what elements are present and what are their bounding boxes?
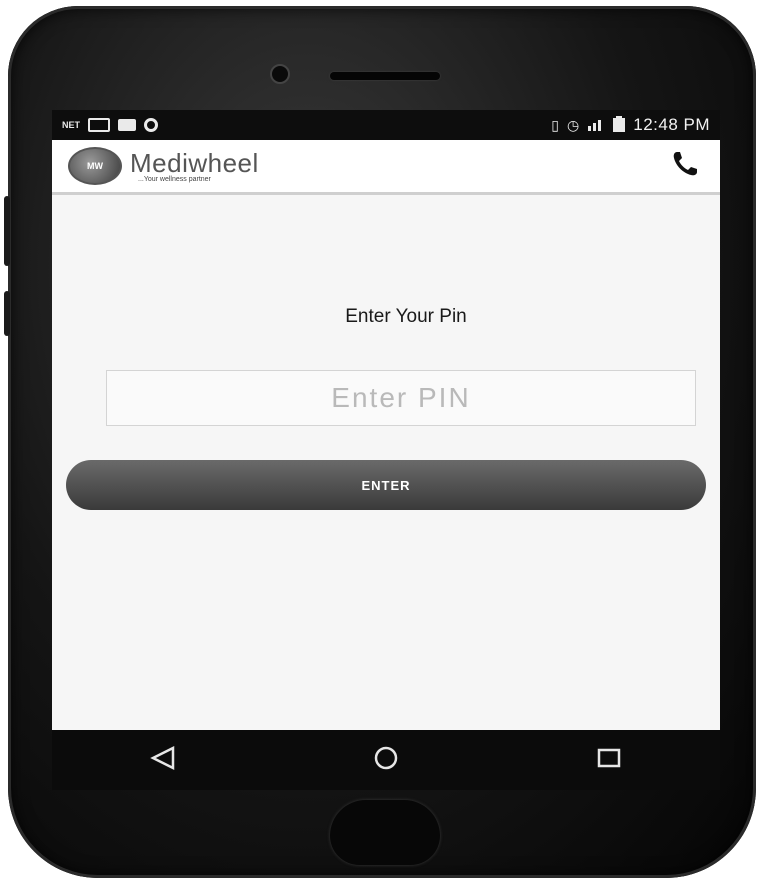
status-bar-right: ▯ ◷ 12:48 PM [551, 115, 710, 135]
logo-badge-text: MW [87, 161, 103, 171]
battery-icon [613, 116, 626, 134]
phone-icon[interactable] [670, 149, 700, 184]
carrier-icon: NET [62, 119, 80, 130]
brand-tagline: ...Your wellness partner [138, 175, 211, 183]
gmail-icon [88, 118, 110, 132]
volume-button [4, 196, 10, 266]
brand-name: Mediwheel [130, 147, 259, 178]
power-button [4, 291, 10, 336]
phone-screen: NET ▯ ◷ 12:48 PM MW Mediwheel ...Your we… [52, 110, 720, 730]
status-bar-left: NET [62, 118, 158, 132]
brand-block: Mediwheel ...Your wellness partner [130, 150, 259, 183]
vibrate-icon: ▯ [551, 117, 560, 133]
hardware-home-button [330, 800, 440, 865]
front-camera [270, 64, 290, 84]
pin-label: Enter Your Pin [345, 306, 467, 327]
image-icon [118, 119, 136, 131]
back-icon[interactable] [149, 745, 177, 776]
app-bar: MW Mediwheel ...Your wellness partner [52, 140, 720, 195]
pin-input[interactable] [106, 370, 696, 426]
mediwheel-logo: MW [68, 147, 122, 185]
status-time: 12:48 PM [633, 115, 710, 134]
circle-notification-icon [144, 118, 158, 132]
status-bar: NET ▯ ◷ 12:48 PM [52, 110, 720, 140]
home-icon[interactable] [372, 744, 400, 777]
enter-button[interactable]: ENTER [66, 460, 706, 510]
alarm-icon: ◷ [567, 117, 580, 133]
pin-screen: Enter Your Pin ENTER [52, 198, 720, 730]
signal-icon [587, 117, 605, 133]
navigation-bar [52, 730, 720, 790]
earpiece-speaker [330, 72, 440, 80]
recents-icon[interactable] [595, 746, 623, 775]
